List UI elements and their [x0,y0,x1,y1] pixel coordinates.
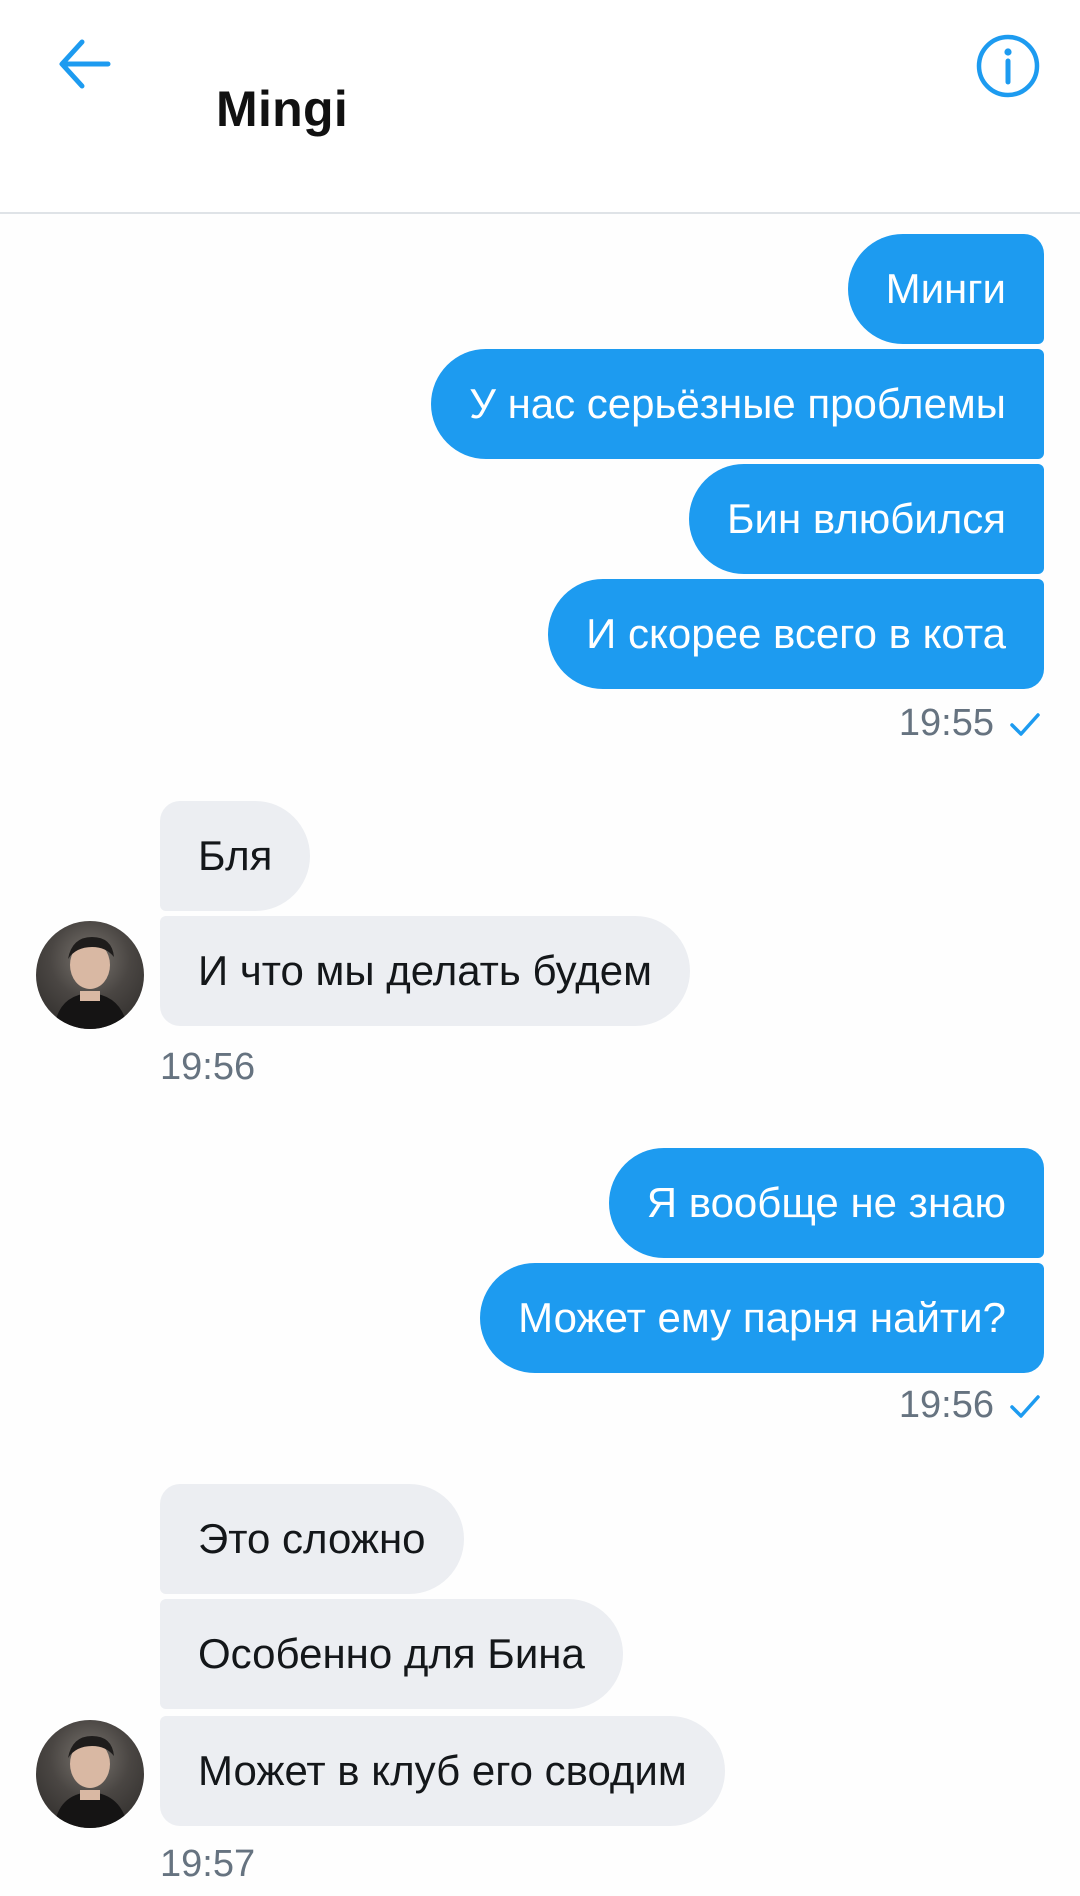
incoming-message[interactable]: Может в клуб его сводим [160,1716,725,1826]
timestamp-text: 19:56 [898,1384,994,1426]
outgoing-message[interactable]: Бин влюбился [688,464,1044,574]
timestamp-text: 19:55 [898,702,994,744]
sent-check-icon [1010,1394,1040,1418]
back-button[interactable] [52,32,116,96]
outgoing-message[interactable]: У нас серьёзные проблемы [431,349,1044,459]
outgoing-message[interactable]: И скорее всего в кота [548,579,1044,689]
incoming-message[interactable]: Особенно для Бина [160,1599,623,1709]
contact-avatar[interactable] [36,1720,144,1828]
conversation-header: Mingi [0,0,1080,214]
message-timestamp: 19:56 [899,1384,1042,1427]
info-button[interactable] [974,32,1042,100]
incoming-message[interactable]: Это сложно [160,1484,464,1594]
avatar-photo [54,937,128,1029]
avatar-photo [54,1736,128,1828]
outgoing-message[interactable]: Минги [847,234,1044,344]
message-timestamp: 19:57 [160,1843,256,1885]
incoming-message[interactable]: Бля [160,801,311,911]
sent-check-icon [1010,712,1040,736]
outgoing-message[interactable]: Может ему парня найти? [480,1263,1044,1373]
arrow-left-icon [59,39,111,89]
message-timestamp: 19:55 [899,702,1042,745]
outgoing-message[interactable]: Я вообще не знаю [608,1148,1044,1258]
message-timestamp: 19:56 [160,1046,256,1088]
incoming-message[interactable]: И что мы делать будем [160,916,690,1026]
conversation-title: Mingi [216,81,349,137]
info-icon [976,34,1040,98]
contact-avatar[interactable] [36,921,144,1029]
